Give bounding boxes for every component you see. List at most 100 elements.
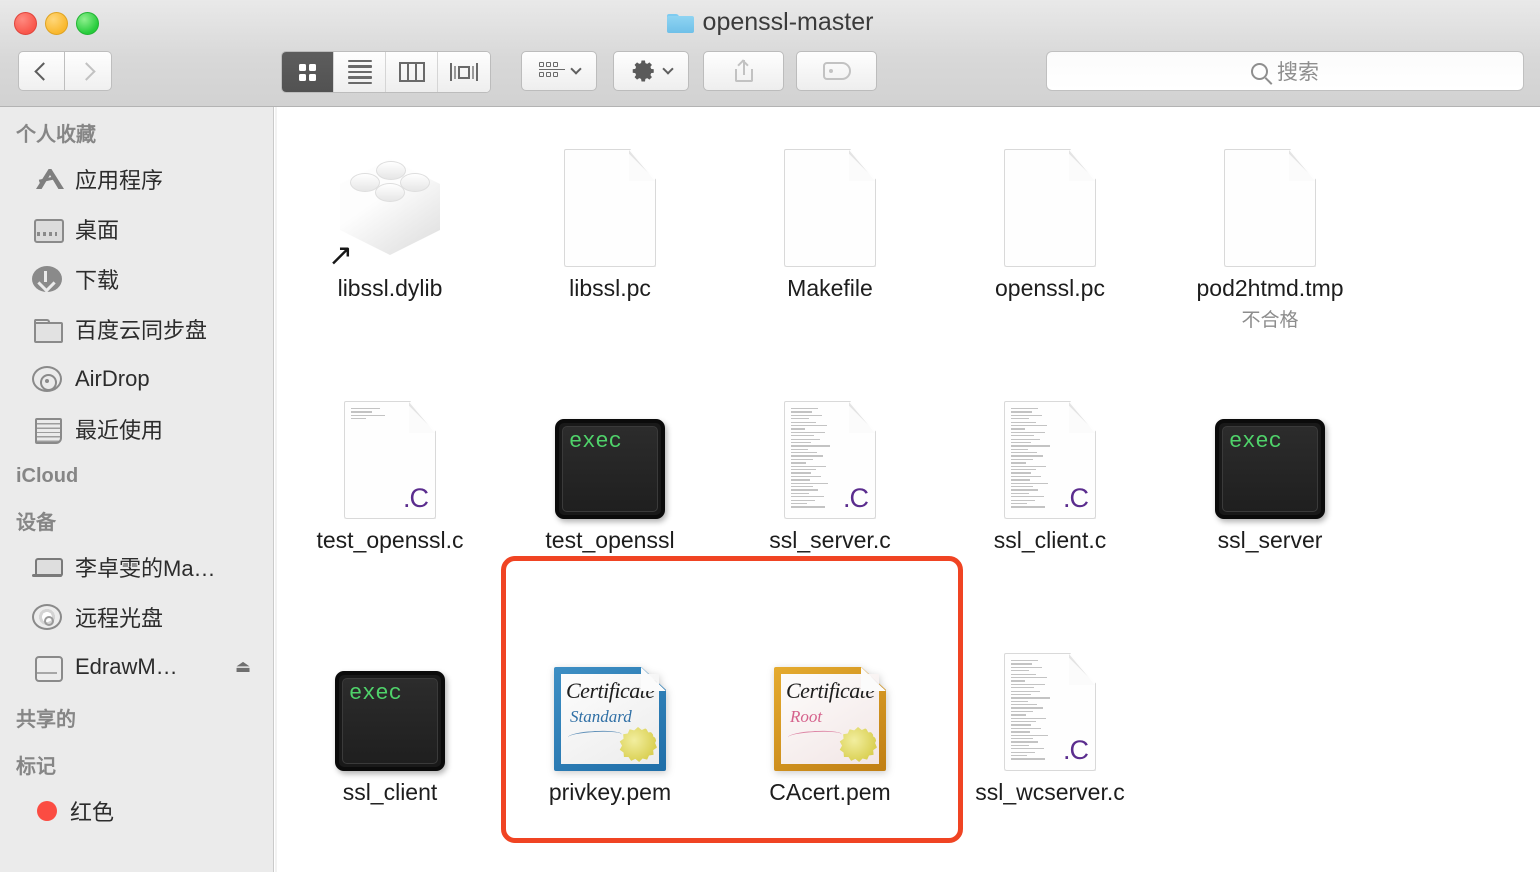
sidebar-item-label: 百度云同步盘 xyxy=(75,318,208,343)
drive-icon xyxy=(32,654,63,682)
certificate-icon: Certificate Root xyxy=(774,667,886,771)
sidebar-item-applications[interactable]: 应用程序 xyxy=(0,154,273,204)
file-name: Makefile xyxy=(787,275,873,301)
file-item[interactable]: .C ssl_client.c xyxy=(940,359,1160,554)
file-item[interactable]: Certificate Standard privkey.pem xyxy=(500,611,720,806)
file-name: libssl.pc xyxy=(569,275,651,301)
source-file-icon: .C xyxy=(1004,401,1096,519)
certificate-icon: Certificate Standard xyxy=(554,667,666,771)
file-name: pod2htmd.tmp xyxy=(1196,275,1344,301)
sidebar[interactable]: 个人收藏 应用程序 桌面 下载 百度云同步盘 AirDrop 最近使用 iClo… xyxy=(0,107,274,872)
file-item[interactable]: libssl.pc xyxy=(500,107,720,302)
file-icon: exec xyxy=(500,359,720,519)
navigation-buttons xyxy=(18,51,112,91)
recents-icon xyxy=(32,416,62,444)
list-view-button[interactable] xyxy=(334,52,386,92)
file-item[interactable]: Makefile xyxy=(720,107,940,302)
sidebar-item-baidu-sync[interactable]: 百度云同步盘 xyxy=(0,304,273,354)
file-icon: Certificate Standard xyxy=(500,611,720,771)
sidebar-item-label: 桌面 xyxy=(75,218,120,243)
sidebar-section-favorites-header: 个人收藏 xyxy=(16,124,96,146)
file-icon: exec xyxy=(280,611,500,771)
search-icon xyxy=(1251,62,1268,80)
coverflow-view-button[interactable] xyxy=(438,52,490,92)
columns-icon xyxy=(398,62,425,82)
file-tag-label: 不合格 xyxy=(1241,310,1299,331)
downloads-icon xyxy=(32,266,62,292)
file-icon xyxy=(1160,107,1380,267)
sidebar-item-label: AirDrop xyxy=(75,366,150,391)
sidebar-section-tags-header: 标记 xyxy=(16,756,56,778)
search-field[interactable]: 搜索 xyxy=(1046,51,1524,91)
sidebar-item-mac[interactable]: 李卓雯的Ma… xyxy=(0,542,273,592)
file-extension-label: .C xyxy=(1063,483,1089,513)
share-button[interactable] xyxy=(703,51,784,91)
eject-icon[interactable]: ⏏ xyxy=(235,657,251,677)
file-name: privkey.pem xyxy=(548,779,672,805)
file-item[interactable]: .C ssl_server.c xyxy=(720,359,940,554)
file-icon xyxy=(720,107,940,267)
sidebar-item-recents[interactable]: 最近使用 xyxy=(0,404,273,454)
unix-executable-icon: exec xyxy=(335,671,445,771)
sidebar-item-desktop[interactable]: 桌面 xyxy=(0,204,273,254)
exec-label: exec xyxy=(1229,429,1282,454)
disc-icon xyxy=(32,604,62,630)
share-icon xyxy=(734,59,753,82)
sidebar-item-downloads[interactable]: 下载 xyxy=(0,254,273,304)
file-extension-label: .C xyxy=(403,483,429,513)
file-item[interactable]: exec test_openssl xyxy=(500,359,720,554)
file-item[interactable]: exec ssl_client xyxy=(280,611,500,806)
file-icon: exec xyxy=(1160,359,1380,519)
column-view-button[interactable] xyxy=(386,52,438,92)
file-name: libssl.dylib xyxy=(337,275,443,301)
sidebar-item-label: 红色 xyxy=(70,800,115,825)
arrange-button[interactable] xyxy=(521,51,597,91)
source-file-icon: .C xyxy=(1004,653,1096,771)
sidebar-item-remote-disc[interactable]: 远程光盘 xyxy=(0,592,273,642)
sidebar-item-label: 远程光盘 xyxy=(75,606,164,631)
certificate-subtitle: Root xyxy=(790,707,823,726)
sidebar-item-edrawmax[interactable]: EdrawM… ⏏ xyxy=(0,642,273,692)
back-button[interactable] xyxy=(18,51,65,91)
document-icon xyxy=(564,149,656,267)
icon-view-button[interactable] xyxy=(282,52,334,92)
file-grid[interactable]: ↗ libssl.dylib libssl.pc Makefile openss… xyxy=(275,107,1540,872)
file-item[interactable]: ↗ libssl.dylib xyxy=(280,107,500,302)
document-icon xyxy=(784,149,876,267)
chevron-down-icon xyxy=(661,63,674,75)
file-name: ssl_server.c xyxy=(769,527,891,553)
sidebar-item-label: 最近使用 xyxy=(75,418,164,443)
sidebar-item-red-tag[interactable]: 红色 xyxy=(0,786,273,836)
file-item[interactable]: exec ssl_server xyxy=(1160,359,1380,554)
window-title-text: openssl-master xyxy=(702,8,874,36)
action-button[interactable] xyxy=(613,51,689,91)
unix-executable-icon: exec xyxy=(1215,419,1325,519)
list-icon xyxy=(347,59,372,85)
red-tag-icon xyxy=(37,801,57,821)
sidebar-item-label: 李卓雯的Ma… xyxy=(75,556,216,581)
tag-button[interactable] xyxy=(796,51,877,91)
file-item[interactable]: pod2htmd.tmp 不合格 xyxy=(1160,107,1380,332)
finder-window: openssl-master 搜索 个人收藏 应用程序 桌面 下载 百度云同步盘… xyxy=(0,0,1540,872)
file-item[interactable]: Certificate Root CAcert.pem xyxy=(720,611,940,806)
file-name: ssl_client xyxy=(342,779,438,805)
file-icon xyxy=(940,107,1160,267)
grid-icon xyxy=(299,63,316,81)
file-item[interactable]: .C ssl_wcserver.c xyxy=(940,611,1160,806)
file-icon: .C xyxy=(940,359,1160,519)
file-icon: Certificate Root xyxy=(720,611,940,771)
chevron-left-icon xyxy=(34,61,53,81)
file-item[interactable]: openssl.pc xyxy=(940,107,1160,302)
document-icon xyxy=(1224,149,1316,267)
file-name: test_openssl.c xyxy=(316,527,464,553)
search-placeholder: 搜索 xyxy=(1277,61,1319,84)
forward-button[interactable] xyxy=(65,51,112,91)
file-item[interactable]: .C test_openssl.c xyxy=(280,359,500,554)
file-name: openssl.pc xyxy=(995,275,1105,301)
sidebar-section-shared-header: 共享的 xyxy=(16,709,76,731)
sidebar-section-devices-header: 设备 xyxy=(16,512,56,534)
file-icon: ↗ xyxy=(280,107,500,271)
source-file-icon: .C xyxy=(784,401,876,519)
file-icon: .C xyxy=(280,359,500,519)
sidebar-item-airdrop[interactable]: AirDrop xyxy=(0,354,273,404)
